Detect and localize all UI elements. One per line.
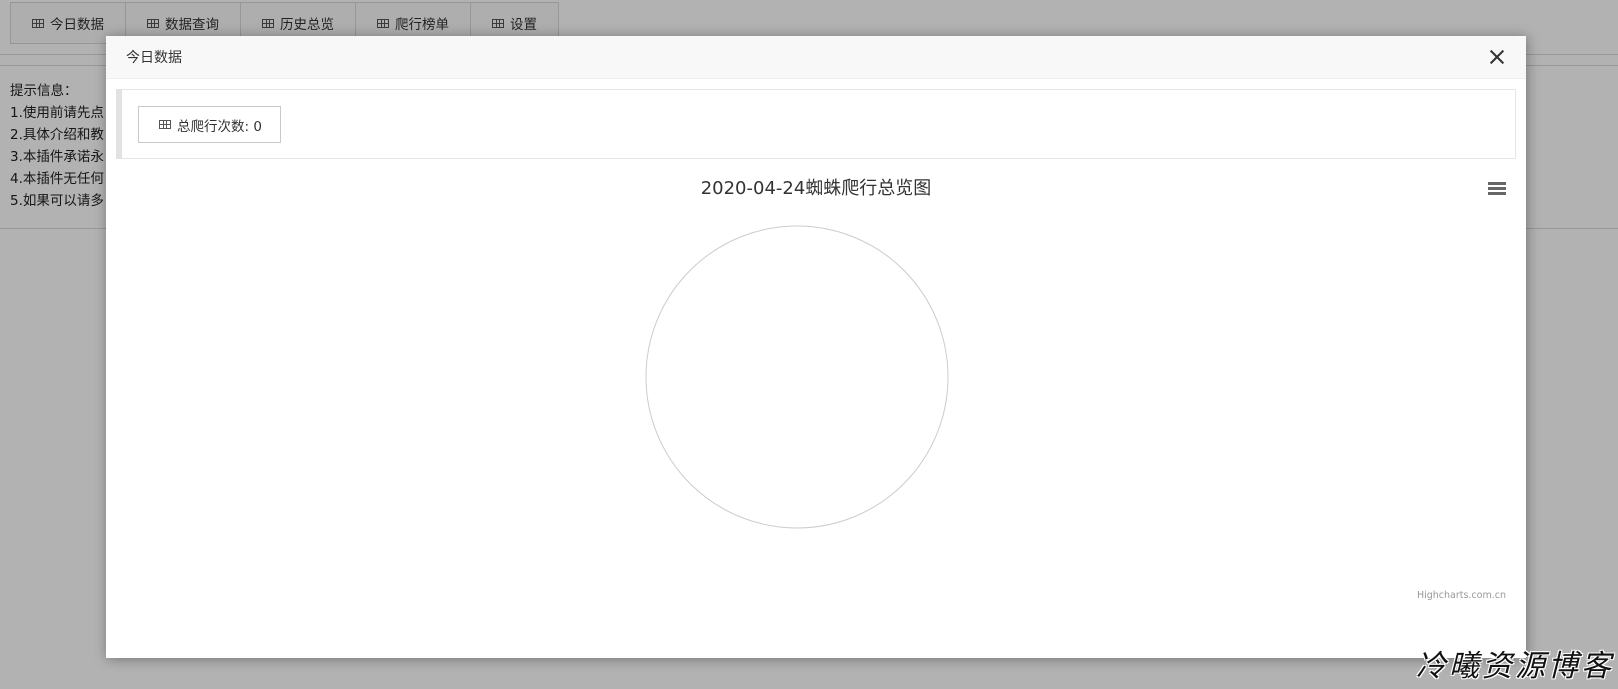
watermark-logo: 冷曦资源博客 [1416, 649, 1614, 684]
pie-chart: 2020-04-24蜘蛛爬行总览图 Highcharts.com.cn [116, 166, 1516, 626]
pie-chart-svg [645, 225, 949, 529]
today-data-modal: 今日数据 总爬行次数: 0 2020-04-24蜘蛛爬行总览图 Highchar… [106, 36, 1526, 658]
close-icon[interactable] [1486, 46, 1508, 68]
table-icon [159, 120, 171, 129]
pie-empty-outline [645, 225, 949, 529]
total-crawl-count-button[interactable]: 总爬行次数: 0 [138, 106, 281, 143]
chart-title: 2020-04-24蜘蛛爬行总览图 [700, 178, 932, 199]
modal-title: 今日数据 [126, 50, 182, 66]
chart-menu-icon[interactable] [1488, 182, 1506, 196]
modal-header: 今日数据 [106, 36, 1526, 79]
stats-panel: 总爬行次数: 0 [116, 89, 1516, 159]
total-crawl-count-label: 总爬行次数: 0 [177, 118, 262, 135]
chart-credits-link[interactable]: Highcharts.com.cn [1417, 590, 1506, 601]
